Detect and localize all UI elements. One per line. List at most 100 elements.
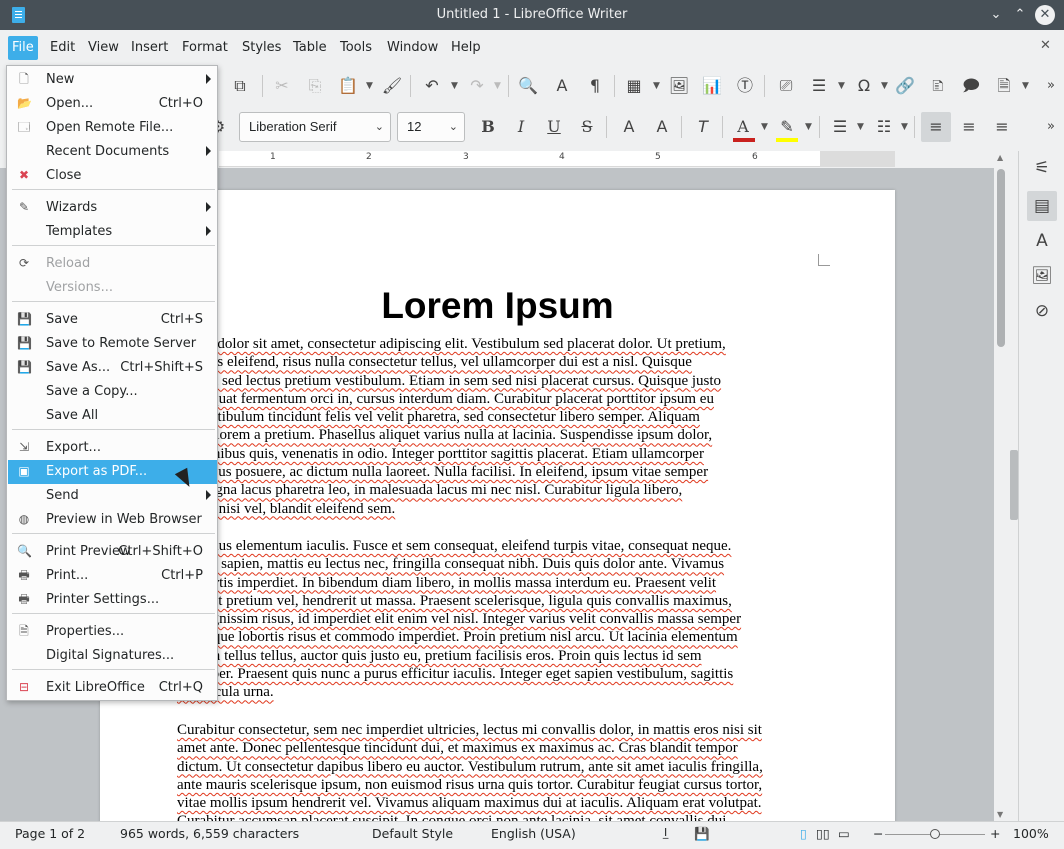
insert-textbox-icon[interactable]: Ⓣ (734, 75, 756, 97)
sidebar-collapse-handle[interactable] (1010, 450, 1018, 520)
file-menu-item-wizards[interactable]: ✎ Wizards (8, 196, 217, 220)
align-right-icon[interactable]: ≡ (991, 116, 1013, 138)
page-style[interactable]: Default Style (372, 826, 453, 841)
single-page-view-icon[interactable]: ▯ (800, 826, 807, 841)
font-size-combobox[interactable]: 12 ⌄ (397, 112, 465, 142)
menu-window[interactable]: Window (383, 36, 442, 60)
font-color-icon[interactable]: A (732, 116, 754, 138)
properties-deck-icon[interactable]: ▤ (1027, 191, 1057, 221)
special-character-icon[interactable]: Ω (853, 75, 875, 97)
zoom-slider-knob[interactable] (930, 829, 940, 839)
minimize-button[interactable]: ⌄ (987, 6, 1005, 24)
footnote-icon[interactable]: 🗈 (927, 75, 949, 97)
insert-chart-icon[interactable]: 📊 (701, 75, 723, 97)
insert-image-icon[interactable]: 🖼 (668, 75, 690, 97)
toolbar-overflow-icon[interactable]: » (1040, 116, 1062, 138)
file-menu-item-open-remote-file[interactable]: 🗔 Open Remote File... (8, 116, 217, 140)
page-break-icon[interactable]: ⎚ (775, 75, 797, 97)
clone-formatting-icon[interactable]: 🖌 (381, 75, 403, 97)
menu-tools[interactable]: Tools (336, 36, 376, 60)
document-modified-icon[interactable]: 💾 (694, 826, 710, 842)
find-replace-icon[interactable]: 🔍 (517, 75, 539, 97)
highlight-color-icon[interactable]: ✎ (776, 116, 798, 138)
navigator-deck-icon[interactable]: ⊘ (1027, 296, 1057, 326)
sidebar-settings-icon[interactable]: ⚟ (1027, 153, 1057, 183)
numbered-list-icon[interactable]: ☷ (873, 116, 895, 138)
multi-page-view-icon[interactable]: ▯▯ (816, 826, 830, 841)
file-menu-item-templates[interactable]: Templates (8, 220, 217, 244)
menu-insert[interactable]: Insert (127, 36, 172, 60)
menu-table[interactable]: Table (289, 36, 331, 60)
file-menu-item-digital-signatures[interactable]: Digital Signatures... (8, 644, 217, 668)
zoom-level[interactable]: 100% (1013, 826, 1049, 841)
file-menu-item-export[interactable]: ⇲ Export... (8, 436, 217, 460)
bullet-list-icon[interactable]: ☰ (829, 116, 851, 138)
close-document-icon[interactable]: ✕ (1040, 38, 1051, 53)
file-menu-item-print[interactable]: 🖶 Print... Ctrl+P (8, 564, 217, 588)
language[interactable]: English (USA) (491, 826, 576, 841)
page-count[interactable]: Page 1 of 2 (15, 826, 85, 841)
clear-formatting-icon[interactable]: T (692, 116, 714, 138)
styles-deck-icon[interactable]: A (1027, 226, 1057, 256)
toolbar-overflow-icon[interactable]: » (1040, 75, 1062, 97)
scroll-down-icon[interactable]: ▼ (997, 810, 1003, 819)
menu-edit[interactable]: Edit (46, 36, 79, 60)
file-menu-item-open[interactable]: 📂 Open... Ctrl+O (8, 92, 217, 116)
file-menu-item-new[interactable]: 🗋 New (8, 68, 217, 92)
window-close-button[interactable]: ✕ (1035, 5, 1055, 25)
menu-format[interactable]: Format (178, 36, 232, 60)
italic-icon[interactable]: I (510, 116, 532, 138)
menu-styles[interactable]: Styles (238, 36, 285, 60)
book-view-icon[interactable]: ▭ (838, 826, 850, 841)
track-changes-icon[interactable]: 🗎 (993, 75, 1015, 97)
file-menu-item-print-preview[interactable]: 🔍 Print Preview Ctrl+Shift+O (8, 540, 217, 564)
zoom-in-icon[interactable]: + (990, 826, 1000, 841)
superscript-icon[interactable]: A (618, 116, 640, 138)
file-menu-item-save-as[interactable]: 💾 Save As... Ctrl+Shift+S (8, 356, 217, 380)
comment-icon[interactable]: 🗩 (960, 75, 982, 97)
menu-help[interactable]: Help (447, 36, 485, 60)
menu-file[interactable]: File (8, 36, 38, 60)
vertical-scrollbar[interactable]: ▲ ▼ (994, 151, 1008, 821)
undo-icon[interactable]: ↶ (421, 75, 443, 97)
file-menu-item-printer-settings[interactable]: 🖶 Printer Settings... (8, 588, 217, 612)
word-count[interactable]: 965 words, 6,559 characters (120, 826, 299, 841)
menu-item-shortcut: Ctrl+S (160, 312, 203, 327)
strikethrough-icon[interactable]: S (576, 116, 598, 138)
horizontal-ruler[interactable]: 1 2 3 4 5 6 7 (219, 151, 895, 167)
print-preview-icon[interactable]: ⧉ (229, 75, 251, 97)
hyperlink-icon[interactable]: 🔗 (894, 75, 916, 97)
file-menu-item-versions: Versions... (8, 276, 217, 300)
scrollbar-thumb[interactable] (997, 169, 1005, 347)
align-center-icon[interactable]: ≡ (958, 116, 980, 138)
file-menu-item-exit-libreoffice[interactable]: ⊟ Exit LibreOffice Ctrl+Q (8, 676, 217, 700)
align-left-icon[interactable]: ≡ (925, 116, 947, 138)
file-menu-item-preview-in-web-browser[interactable]: ◍ Preview in Web Browser (8, 508, 217, 532)
menu-view[interactable]: View (84, 36, 123, 60)
scroll-up-icon[interactable]: ▲ (997, 153, 1003, 162)
underline-icon[interactable]: U (543, 116, 565, 138)
redo-icon[interactable]: ↷ (466, 75, 488, 97)
maximize-button[interactable]: ⌃ (1011, 6, 1029, 24)
spelling-icon[interactable]: A (551, 75, 573, 97)
formatting-marks-icon[interactable]: ¶ (584, 75, 606, 97)
file-menu-item-save-to-remote-server[interactable]: 💾 Save to Remote Server (8, 332, 217, 356)
subscript-icon[interactable]: A (651, 116, 673, 138)
insert-field-icon[interactable]: ☰ (808, 75, 830, 97)
gallery-deck-icon[interactable]: 🖼 (1027, 261, 1057, 291)
file-menu-item-save-all[interactable]: Save All (8, 404, 217, 428)
file-menu-item-recent-documents[interactable]: Recent Documents (8, 140, 217, 164)
font-name-combobox[interactable]: Liberation Serif ⌄ (239, 112, 391, 142)
file-menu-item-properties[interactable]: 🗎 Properties... (8, 620, 217, 644)
bold-icon[interactable]: B (477, 116, 499, 138)
zoom-out-icon[interactable]: − (873, 826, 883, 841)
insert-mode-icon[interactable]: I̲ (664, 826, 667, 839)
insert-table-icon[interactable]: ▦ (623, 75, 645, 97)
paste-icon[interactable]: 📋 (337, 75, 359, 97)
copy-icon[interactable]: ⎘ (304, 75, 326, 97)
cut-icon[interactable]: ✂ (271, 75, 293, 97)
document-page[interactable]: Lorem Ipsum ipsum dolor sit amet, consec… (100, 190, 895, 821)
file-menu-item-close[interactable]: ✖ Close (8, 164, 217, 188)
file-menu-item-save[interactable]: 💾 Save Ctrl+S (8, 308, 217, 332)
file-menu-item-save-a-copy[interactable]: Save a Copy... (8, 380, 217, 404)
